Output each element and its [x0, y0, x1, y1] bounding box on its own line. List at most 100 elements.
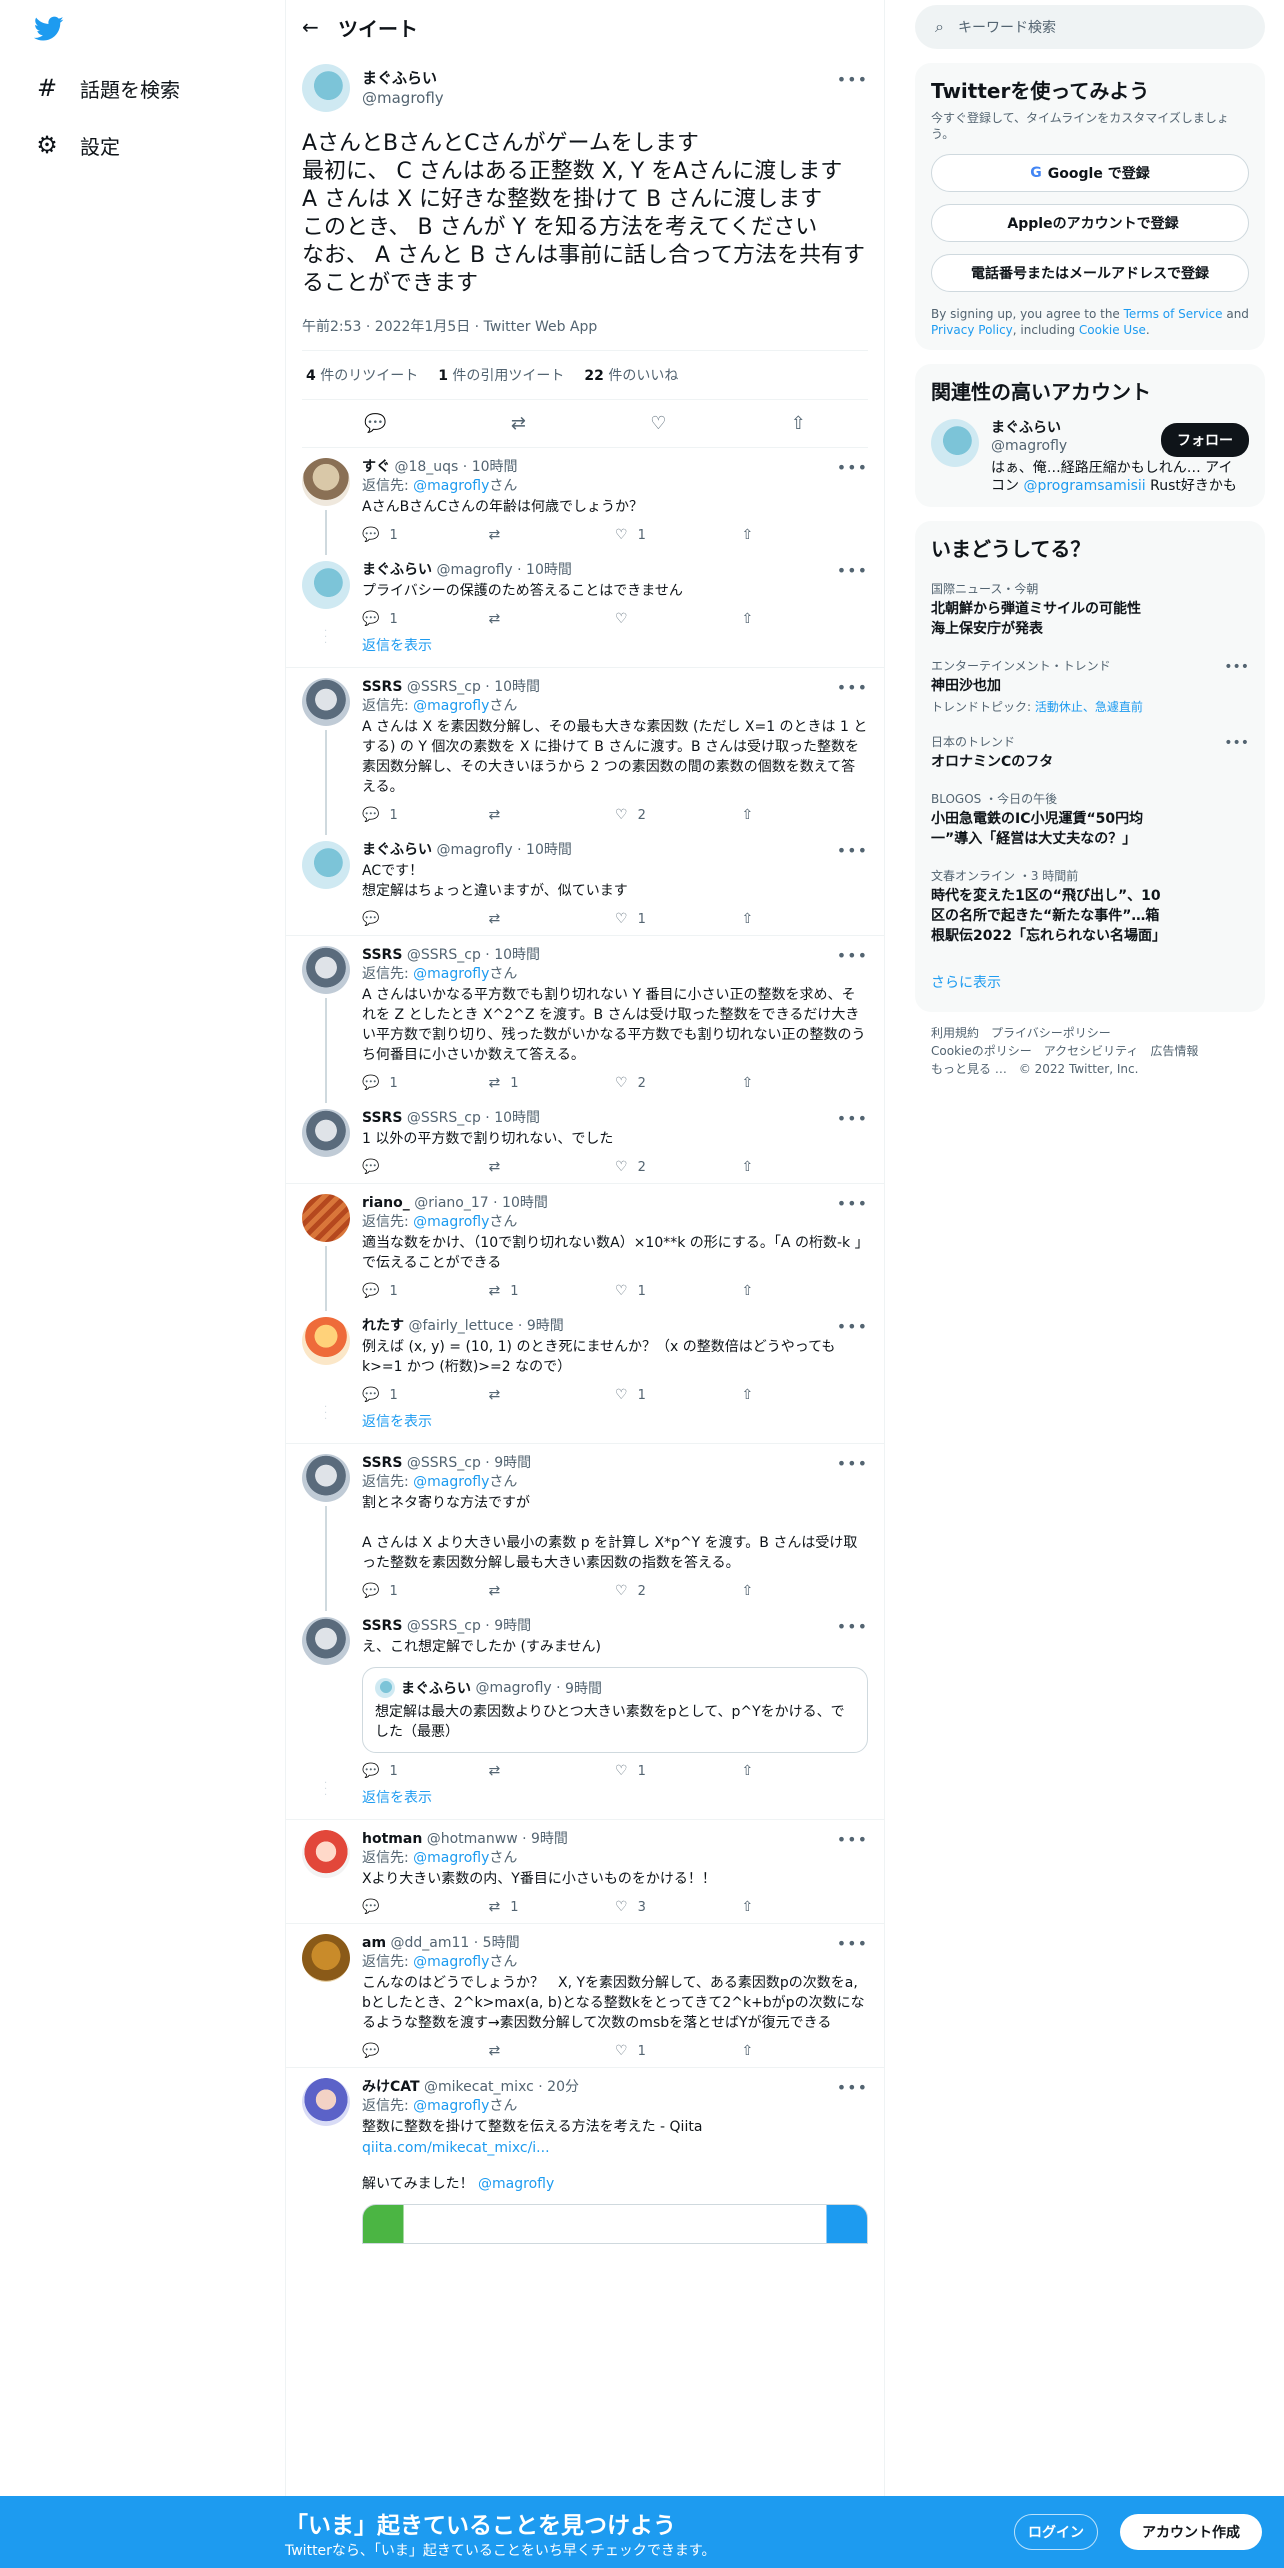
reply-tweet[interactable]: みけCAT @mikecat_mixc · 20分 返信先: @magrofly…	[286, 2068, 884, 2252]
avatar[interactable]	[931, 419, 979, 467]
reply-tweet[interactable]: am @dd_am11 · 5時間 返信先: @magroflyさん こんなのは…	[286, 1924, 884, 2068]
timestamp[interactable]: 20分	[547, 2079, 579, 2095]
reply-tweet[interactable]: SSRS @SSRS_cp · 10時間 返信先: @magroflyさん A …	[286, 936, 884, 1103]
tweet-meta[interactable]: 午前2:53 · 2022年1月5日 · Twitter Web App	[302, 316, 868, 351]
reply-tweet[interactable]: SSRS @SSRS_cp · 10時間 1 以外の平方数で割り切れない、でした…	[286, 1099, 884, 1184]
retweet-button[interactable]: ⇄	[489, 1159, 616, 1175]
avatar[interactable]	[302, 2078, 350, 2126]
display-name[interactable]: まぐふらい	[362, 562, 432, 578]
retweet-icon[interactable]: ⇄	[511, 413, 526, 434]
more-options-icon[interactable]: •••	[837, 2078, 868, 2097]
signup-button[interactable]: アカウント作成	[1120, 2514, 1262, 2550]
more-options-icon[interactable]: •••	[837, 1317, 868, 1336]
mention-link[interactable]: @magrofly	[413, 1214, 489, 1230]
handle[interactable]: @riano_17	[414, 1195, 488, 1211]
share-icon[interactable]: ⇧	[791, 413, 806, 434]
display-name[interactable]: SSRS	[362, 679, 402, 695]
privacy-link[interactable]: Privacy Policy	[931, 323, 1013, 337]
more-options-icon[interactable]: •••	[837, 1194, 868, 1213]
timestamp[interactable]: 9時間	[494, 1455, 531, 1471]
timestamp[interactable]: 10時間	[494, 1110, 540, 1126]
show-replies-link[interactable]: · · · 返信を表示	[286, 1779, 884, 1820]
timestamp[interactable]: 10時間	[494, 947, 540, 963]
timestamp[interactable]: 9時間	[527, 1318, 564, 1334]
handle[interactable]: @fairly_lettuce	[408, 1318, 513, 1334]
like-button[interactable]: ♡ 1	[615, 1387, 742, 1403]
reply-button[interactable]: 💬 1	[362, 1075, 489, 1091]
retweet-button[interactable]: ⇄	[489, 1387, 616, 1403]
like-button[interactable]: ♡ 1	[615, 2043, 742, 2059]
quote-stat[interactable]: 1 件の引用ツイート	[438, 365, 564, 385]
handle[interactable]: @SSRS_cp	[407, 947, 481, 963]
mention-link[interactable]: @magrofly	[413, 478, 489, 494]
timestamp[interactable]: 9時間	[494, 1618, 531, 1634]
handle[interactable]: @SSRS_cp	[407, 679, 481, 695]
share-button[interactable]: ⇧	[742, 2043, 869, 2059]
reply-tweet[interactable]: hotman @hotmanww · 9時間 返信先: @magroflyさん …	[286, 1820, 884, 1924]
reply-button[interactable]: 💬	[362, 1899, 489, 1915]
handle[interactable]: @magrofly	[436, 562, 512, 578]
handle[interactable]: @hotmanww	[427, 1831, 518, 1847]
timestamp[interactable]: 10時間	[494, 679, 540, 695]
related-account[interactable]: まぐふらい @magrofly はぁ、俺…経路圧縮かもしれん… アイコン @pr…	[931, 419, 1249, 495]
reply-button[interactable]: 💬 1	[362, 807, 489, 823]
handle[interactable]: @18_uqs	[394, 459, 458, 475]
avatar[interactable]	[302, 1934, 350, 1982]
like-button[interactable]: ♡ 2	[615, 1075, 742, 1091]
reply-tweet[interactable]: まぐふらい @magrofly · 10時間 ACです！ 想定解はちょっと違いま…	[286, 831, 884, 936]
display-name[interactable]: SSRS	[362, 1110, 402, 1126]
more-options-icon[interactable]: •••	[837, 1830, 868, 1849]
more-options-icon[interactable]: •••	[837, 1109, 868, 1128]
reply-tweet[interactable]: SSRS @SSRS_cp · 9時間 返信先: @magroflyさん 割とネ…	[286, 1444, 884, 1611]
footer-link[interactable]: Cookieのポリシー	[931, 1044, 1032, 1058]
reply-tweet[interactable]: すぐ @18_uqs · 10時間 返信先: @magroflyさん AさんBさ…	[286, 448, 884, 555]
reply-tweet[interactable]: SSRS @SSRS_cp · 10時間 返信先: @magroflyさん A …	[286, 668, 884, 835]
share-button[interactable]: ⇧	[742, 1159, 869, 1175]
show-replies-link[interactable]: · · · 返信を表示	[286, 627, 884, 668]
display-name[interactable]: SSRS	[362, 1618, 402, 1634]
reply-tweet[interactable]: riano_ @riano_17 · 10時間 返信先: @magroflyさん…	[286, 1184, 884, 1311]
footer-link[interactable]: アクセシビリティ	[1044, 1044, 1139, 1058]
display-name[interactable]: みけCAT	[362, 2079, 420, 2095]
retweet-button[interactable]: ⇄	[489, 911, 616, 927]
reply-icon[interactable]: 💬	[364, 413, 386, 434]
twitter-logo-icon[interactable]	[34, 16, 64, 42]
like-button[interactable]: ♡ 1	[615, 1283, 742, 1299]
more-options-icon[interactable]: •••	[837, 1934, 868, 1953]
avatar[interactable]	[302, 1317, 350, 1365]
like-button[interactable]: ♡	[615, 611, 742, 627]
handle[interactable]: @SSRS_cp	[407, 1618, 481, 1634]
handle[interactable]: @mikecat_mixc	[424, 2079, 534, 2095]
mention-link[interactable]: @magrofly	[413, 1954, 489, 1970]
more-options-icon[interactable]: •••	[837, 561, 868, 580]
share-button[interactable]: ⇧	[742, 1899, 869, 1915]
mention-link[interactable]: @magrofly	[413, 1850, 489, 1866]
trend-item[interactable]: エンターテインメント・トレンド 神田沙也加 トレンドトピック: 活動休止、急遽直…	[931, 657, 1249, 715]
handle[interactable]: @magrofly	[436, 842, 512, 858]
avatar[interactable]	[302, 458, 350, 506]
trend-item[interactable]: BLOGOS ・今日の午後 小田急電鉄のIC小児運賃“50円均一”導入「経営は大…	[931, 790, 1249, 849]
share-button[interactable]: ⇧	[742, 1763, 869, 1779]
retweet-button[interactable]: ⇄	[489, 527, 616, 543]
like-stat[interactable]: 22 件のいいね	[584, 365, 678, 385]
timestamp[interactable]: 10時間	[526, 842, 572, 858]
reply-button[interactable]: 💬	[362, 911, 489, 927]
timestamp[interactable]: 10時間	[472, 459, 518, 475]
trend-item[interactable]: 国際ニュース・今朝 北朝鮮から弾道ミサイルの可能性 海上保安庁が発表	[931, 580, 1249, 639]
show-replies-link[interactable]: · · · 返信を表示	[286, 1403, 884, 1444]
retweet-button[interactable]: ⇄ 1	[489, 1283, 616, 1299]
timestamp[interactable]: 10時間	[502, 1195, 548, 1211]
retweet-button[interactable]: ⇄	[489, 1583, 616, 1599]
more-options-icon[interactable]: •••	[837, 1617, 868, 1636]
avatar[interactable]	[302, 1830, 350, 1878]
display-name[interactable]: am	[362, 1935, 386, 1951]
avatar[interactable]	[302, 841, 350, 889]
handle[interactable]: @SSRS_cp	[407, 1455, 481, 1471]
mention-link[interactable]: @magrofly	[413, 2098, 489, 2114]
timestamp[interactable]: 9時間	[531, 1831, 568, 1847]
retweet-button[interactable]: ⇄ 1	[489, 1899, 616, 1915]
avatar[interactable]	[302, 561, 350, 609]
mention-link[interactable]: @magrofly	[478, 2176, 554, 2192]
like-button[interactable]: ♡ 1	[615, 1763, 742, 1779]
more-options-icon[interactable]: •••	[837, 458, 868, 477]
